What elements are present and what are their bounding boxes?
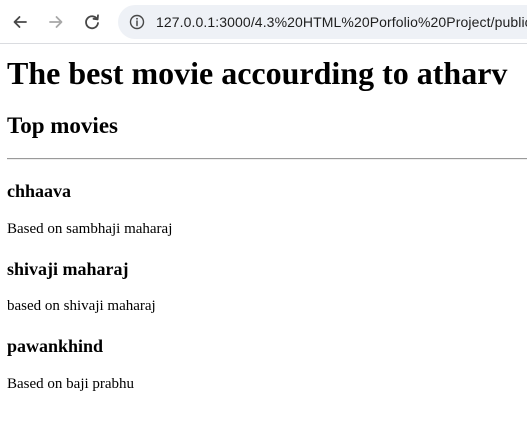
arrow-left-icon (13, 16, 27, 28)
movie-name: shivaji maharaj (7, 259, 129, 279)
divider (7, 158, 527, 160)
arrow-right-icon (49, 16, 63, 28)
section-title: Top movies (7, 113, 118, 138)
reload-button[interactable] (78, 8, 106, 36)
site-info-icon[interactable] (128, 13, 146, 31)
page-title: The best movie accourding to atharv (7, 55, 508, 91)
movie-name: pawankhind (7, 336, 104, 356)
address-bar[interactable]: 127.0.0.1:3000/4.3%20HTML%20Porfolio%20P… (118, 5, 527, 39)
back-button[interactable] (6, 8, 34, 36)
movie-name: chhaava (7, 181, 72, 201)
reload-icon (85, 14, 99, 30)
movie-description: based on shivaji maharaj (7, 298, 156, 314)
url-text[interactable]: 127.0.0.1:3000/4.3%20HTML%20Porfolio%20P… (156, 14, 527, 30)
movie-description: Based on sambhaji maharaj (7, 221, 173, 237)
forward-button[interactable] (42, 8, 70, 36)
movie-description: Based on baji prabhu (7, 376, 135, 392)
browser-toolbar: 127.0.0.1:3000/4.3%20HTML%20Porfolio%20P… (0, 0, 527, 44)
